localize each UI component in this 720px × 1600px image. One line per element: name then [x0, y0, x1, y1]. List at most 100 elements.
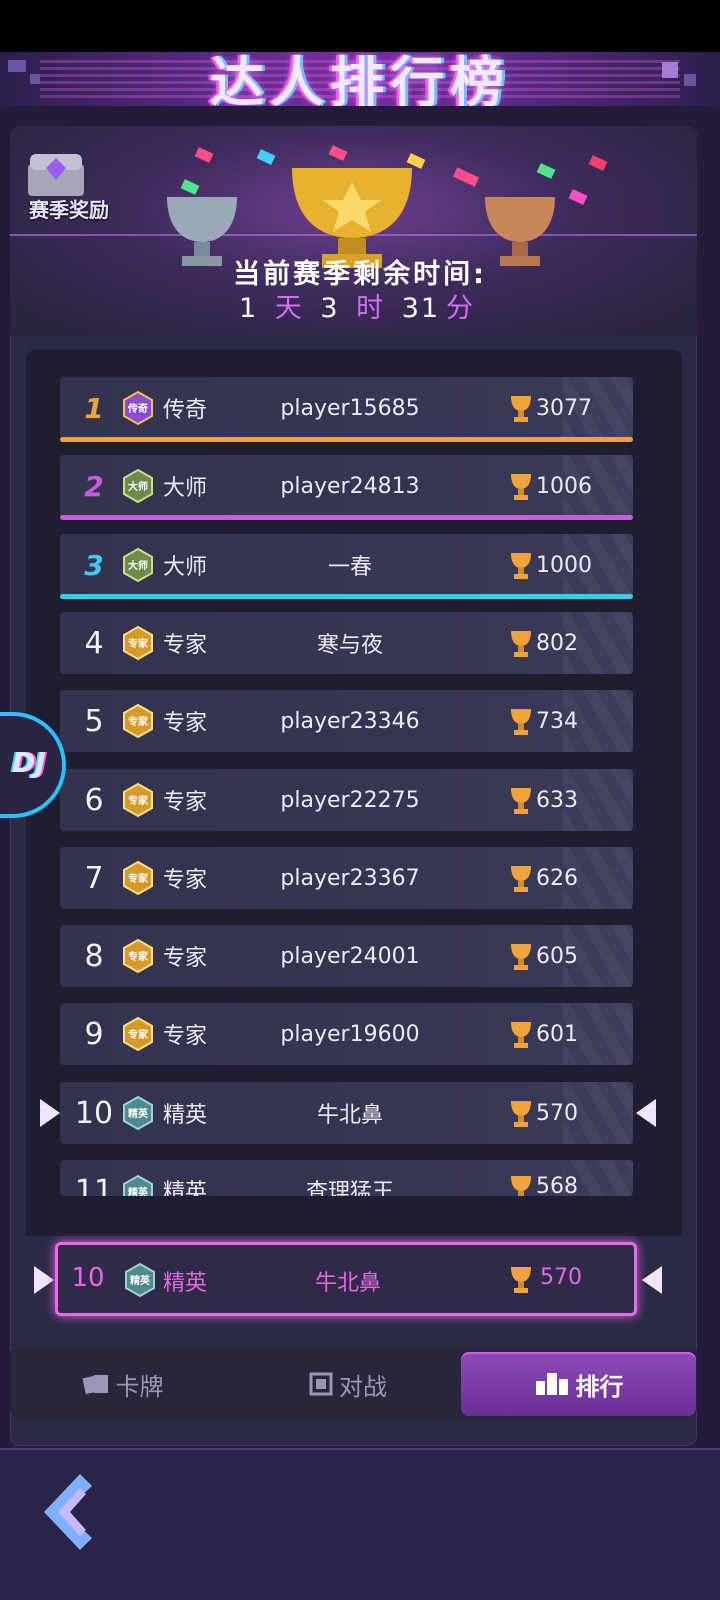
floating-dj-label: DJ [12, 746, 46, 779]
rank-number: 6 [84, 782, 104, 818]
bottom-bar [0, 1448, 720, 1600]
table-row[interactable]: 1 传奇 传奇 player15685 3077 [60, 377, 633, 442]
tier-badge-icon: 专家 [123, 860, 153, 896]
badge-text: 专家 [128, 872, 149, 885]
tab-cards-label: 卡牌 [115, 1372, 164, 1401]
badge-text: 精英 [128, 1186, 149, 1196]
list-fade [26, 1196, 682, 1236]
tab-battle[interactable]: 对战 [235, 1352, 461, 1416]
badge-text: 专家 [128, 794, 149, 807]
table-row[interactable]: 6 专家 专家 player22275 633 [60, 769, 633, 831]
table-row[interactable]: 4 专家 专家 寒与夜 802 [60, 612, 633, 674]
player-name: player15685 [280, 395, 420, 421]
countdown-minute-unit: 分 [446, 293, 476, 324]
badge-text: 精英 [130, 1274, 151, 1287]
season-reward-chest-icon[interactable] [24, 150, 88, 198]
table-row[interactable]: 7 专家 专家 player23367 626 [60, 847, 633, 909]
current-row-right-marker-icon [636, 1099, 656, 1127]
header-banner: 达人排行榜 [0, 52, 720, 106]
tier-badge-icon: 专家 [123, 938, 153, 974]
rank-number: 7 [84, 860, 104, 896]
score-value: 626 [536, 865, 578, 891]
trophy-icon [511, 788, 531, 814]
rank-number: 1 [84, 391, 104, 425]
tier-badge-icon: 大师 [123, 468, 153, 504]
elite-badge-icon: 精英 [125, 1262, 155, 1298]
tier-badge-icon: 精英 [123, 1095, 153, 1131]
tier-label: 专家 [163, 790, 208, 815]
countdown-hours: 3 [320, 293, 340, 324]
badge-text: 专家 [128, 950, 149, 963]
player-name: player24001 [280, 943, 420, 969]
tier-badge-icon: 精英 [123, 1174, 153, 1196]
rank-accent-line [60, 594, 633, 599]
tier-badge-icon: 大师 [123, 547, 153, 583]
tab-battle-label: 对战 [339, 1372, 387, 1401]
table-row[interactable]: 5 专家 专家 player23346 734 [60, 690, 633, 752]
tier-label: 专家 [163, 868, 208, 893]
score-value: 1000 [536, 552, 592, 578]
tier-badge-icon: 传奇 [123, 390, 153, 426]
badge-text: 传奇 [127, 402, 148, 415]
table-row[interactable]: 10 精英 精英 牛北鼻 570 [60, 1082, 633, 1144]
table-row[interactable]: 3 大师 大师 一春 1000 [60, 534, 633, 599]
trophy-icon [511, 1176, 531, 1196]
table-row[interactable]: 11 精英 精英 查理猛王 568 [60, 1160, 633, 1196]
ranking-icon [535, 1373, 568, 1395]
trophy-icon [511, 1022, 531, 1048]
my-rank-row[interactable]: 10 精英 精英 牛北鼻 570 [55, 1242, 637, 1316]
tier-label: 大师 [163, 476, 208, 501]
rank-number: 3 [84, 548, 104, 582]
trophy-icon [511, 944, 531, 970]
score-value: 605 [536, 943, 578, 969]
table-row[interactable]: 9 专家 专家 player19600 601 [60, 1003, 633, 1065]
battle-icon [309, 1372, 333, 1396]
rank-number: 5 [84, 703, 104, 739]
tier-label: 精英 [163, 1180, 208, 1196]
rank-accent-line [60, 437, 633, 442]
player-name: 寒与夜 [316, 633, 383, 658]
cards-icon [81, 1375, 108, 1395]
trophy-icon [511, 631, 531, 657]
score-value: 3077 [536, 395, 592, 421]
my-rank-number: 10 [71, 1263, 105, 1293]
score-value: 734 [536, 708, 578, 734]
tier-label: 大师 [163, 555, 208, 580]
countdown-minutes: 31 [401, 293, 441, 324]
badge-text: 大师 [128, 559, 148, 572]
back-icon[interactable] [40, 1470, 100, 1554]
tab-ranking[interactable]: 排行 [461, 1352, 696, 1416]
tier-label: 专家 [163, 1024, 208, 1049]
badge-text: 大师 [128, 480, 148, 493]
rank-number: 8 [84, 938, 104, 974]
tier-badge-icon: 专家 [123, 703, 153, 739]
tier-label: 专家 [163, 711, 208, 736]
tier-label: 专家 [163, 946, 208, 971]
season-reward-label[interactable]: 赛季奖励 [14, 194, 124, 223]
tier-label: 专家 [163, 633, 208, 658]
table-row[interactable]: 8 专家 专家 player24001 605 [60, 925, 633, 987]
score-value: 802 [536, 630, 578, 656]
score-value: 1006 [536, 473, 592, 499]
trophy-icon [511, 396, 531, 422]
status-bar [0, 0, 720, 52]
badge-text: 专家 [128, 715, 149, 728]
countdown-hour-unit: 时 [356, 293, 386, 324]
rank-number: 10 [74, 1095, 114, 1131]
trophy-icon [511, 553, 531, 579]
score-value: 601 [536, 1021, 578, 1047]
tier-label: 精英 [163, 1103, 208, 1128]
my-rank-score: 570 [540, 1265, 582, 1290]
player-name: player23346 [280, 708, 420, 734]
player-name: player19600 [280, 1021, 420, 1047]
table-row[interactable]: 2 大师 大师 player24813 1006 [60, 455, 633, 520]
my-row-left-marker-icon [34, 1266, 54, 1294]
countdown-days: 1 [238, 293, 259, 324]
tab-cards[interactable]: 卡牌 [10, 1352, 235, 1416]
score-value: 568 [536, 1174, 578, 1196]
trophy-icon [511, 474, 531, 500]
tier-label: 传奇 [163, 398, 208, 423]
trophy-icon [511, 1267, 531, 1293]
player-name: player24813 [280, 473, 420, 499]
my-rank-player: 牛北鼻 [314, 1271, 381, 1296]
